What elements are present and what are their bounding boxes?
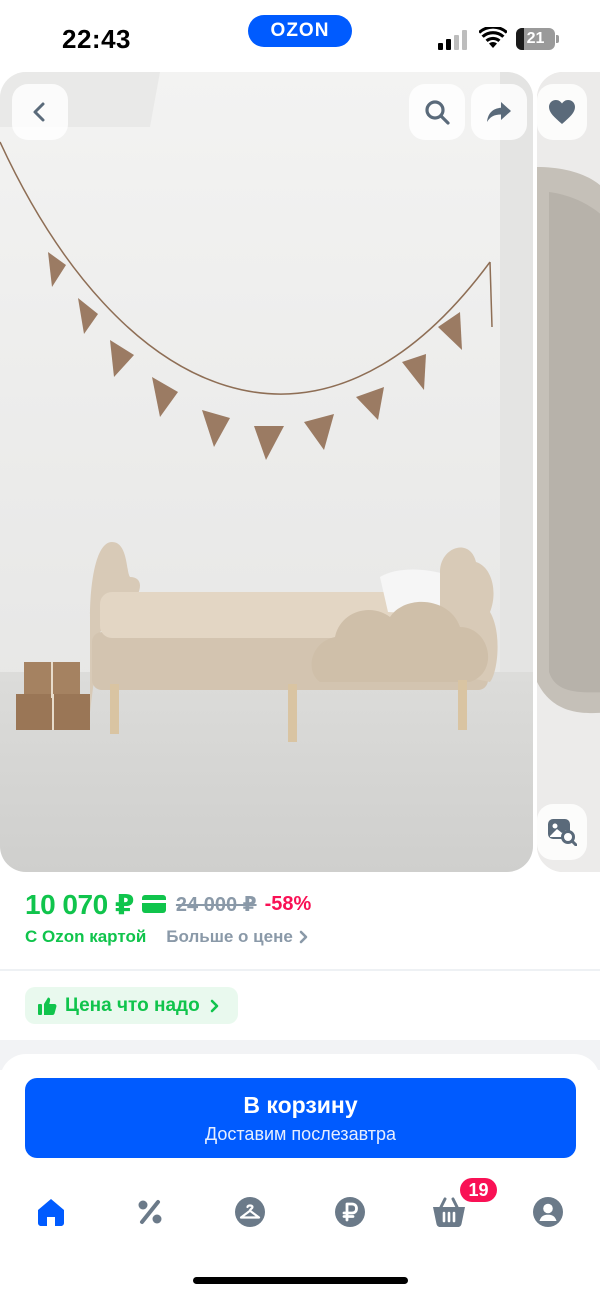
cart-count-badge: 19	[460, 1178, 497, 1202]
heart-icon	[549, 100, 575, 124]
more-about-price-link[interactable]: Больше о цене	[166, 927, 309, 947]
status-bar: 22:43 OZON 21	[0, 0, 600, 72]
product-photo[interactable]	[0, 72, 533, 872]
price-tag-chip[interactable]: Цена что надо	[25, 987, 238, 1024]
price-tag-label: Цена что надо	[65, 994, 200, 1016]
hanger-icon	[235, 1197, 265, 1227]
search-icon	[425, 100, 450, 125]
price-subline: С Ozon картой Больше о цене	[25, 926, 309, 948]
battery-level: 21	[526, 30, 545, 47]
product-photo-image	[0, 72, 533, 872]
status-time: 22:43	[62, 24, 131, 54]
back-button[interactable]	[12, 84, 68, 140]
product-gallery[interactable]	[0, 72, 600, 872]
basket-icon	[433, 1197, 465, 1227]
tab-promo[interactable]	[130, 1192, 170, 1232]
chevron-right-icon	[210, 999, 218, 1012]
image-search-icon	[548, 819, 577, 846]
add-to-cart-label: В корзину	[243, 1092, 358, 1118]
cellular-signal-icon	[438, 30, 467, 50]
next-product-photo-image	[537, 72, 600, 872]
share-button[interactable]	[471, 84, 527, 140]
search-button[interactable]	[409, 84, 465, 140]
battery-indicator: 21	[516, 28, 560, 50]
divider	[0, 969, 600, 971]
favorite-button[interactable]	[537, 84, 587, 140]
price-row: 10 070 ₽ 24 000 ₽ -58%	[25, 886, 311, 922]
user-icon	[533, 1197, 563, 1227]
home-indicator	[193, 1277, 408, 1284]
ruble-icon	[335, 1197, 365, 1227]
next-product-photo[interactable]	[537, 72, 600, 872]
percent-icon	[138, 1200, 162, 1224]
chevron-left-icon	[33, 102, 45, 122]
wifi-icon	[479, 27, 507, 48]
visual-search-button[interactable]	[537, 804, 587, 860]
discount-badge: -58%	[264, 892, 312, 915]
ozon-card-label: С Ozon картой	[25, 927, 147, 946]
share-icon	[487, 102, 511, 122]
ozon-logo: OZON	[248, 15, 352, 47]
thumbs-up-icon	[38, 997, 57, 1015]
tab-profile[interactable]	[528, 1192, 568, 1232]
add-to-cart-button[interactable]: В корзину Доставим послезавтра	[25, 1078, 576, 1158]
tab-bar	[0, 1184, 600, 1240]
home-icon	[38, 1199, 64, 1226]
tab-fashion[interactable]	[230, 1192, 270, 1232]
price-current: 10 070 ₽	[25, 888, 134, 920]
delivery-info: Доставим послезавтра	[204, 1124, 397, 1144]
bottom-panel: В корзину Доставим послезавтра 19	[0, 1054, 600, 1297]
tab-finance[interactable]	[330, 1192, 370, 1232]
tab-home[interactable]	[31, 1192, 71, 1232]
price-old: 24 000 ₽	[175, 893, 257, 916]
chevron-right-icon	[299, 930, 308, 944]
ozon-card-icon	[141, 895, 166, 913]
more-about-price-label: Больше о цене	[166, 927, 293, 946]
